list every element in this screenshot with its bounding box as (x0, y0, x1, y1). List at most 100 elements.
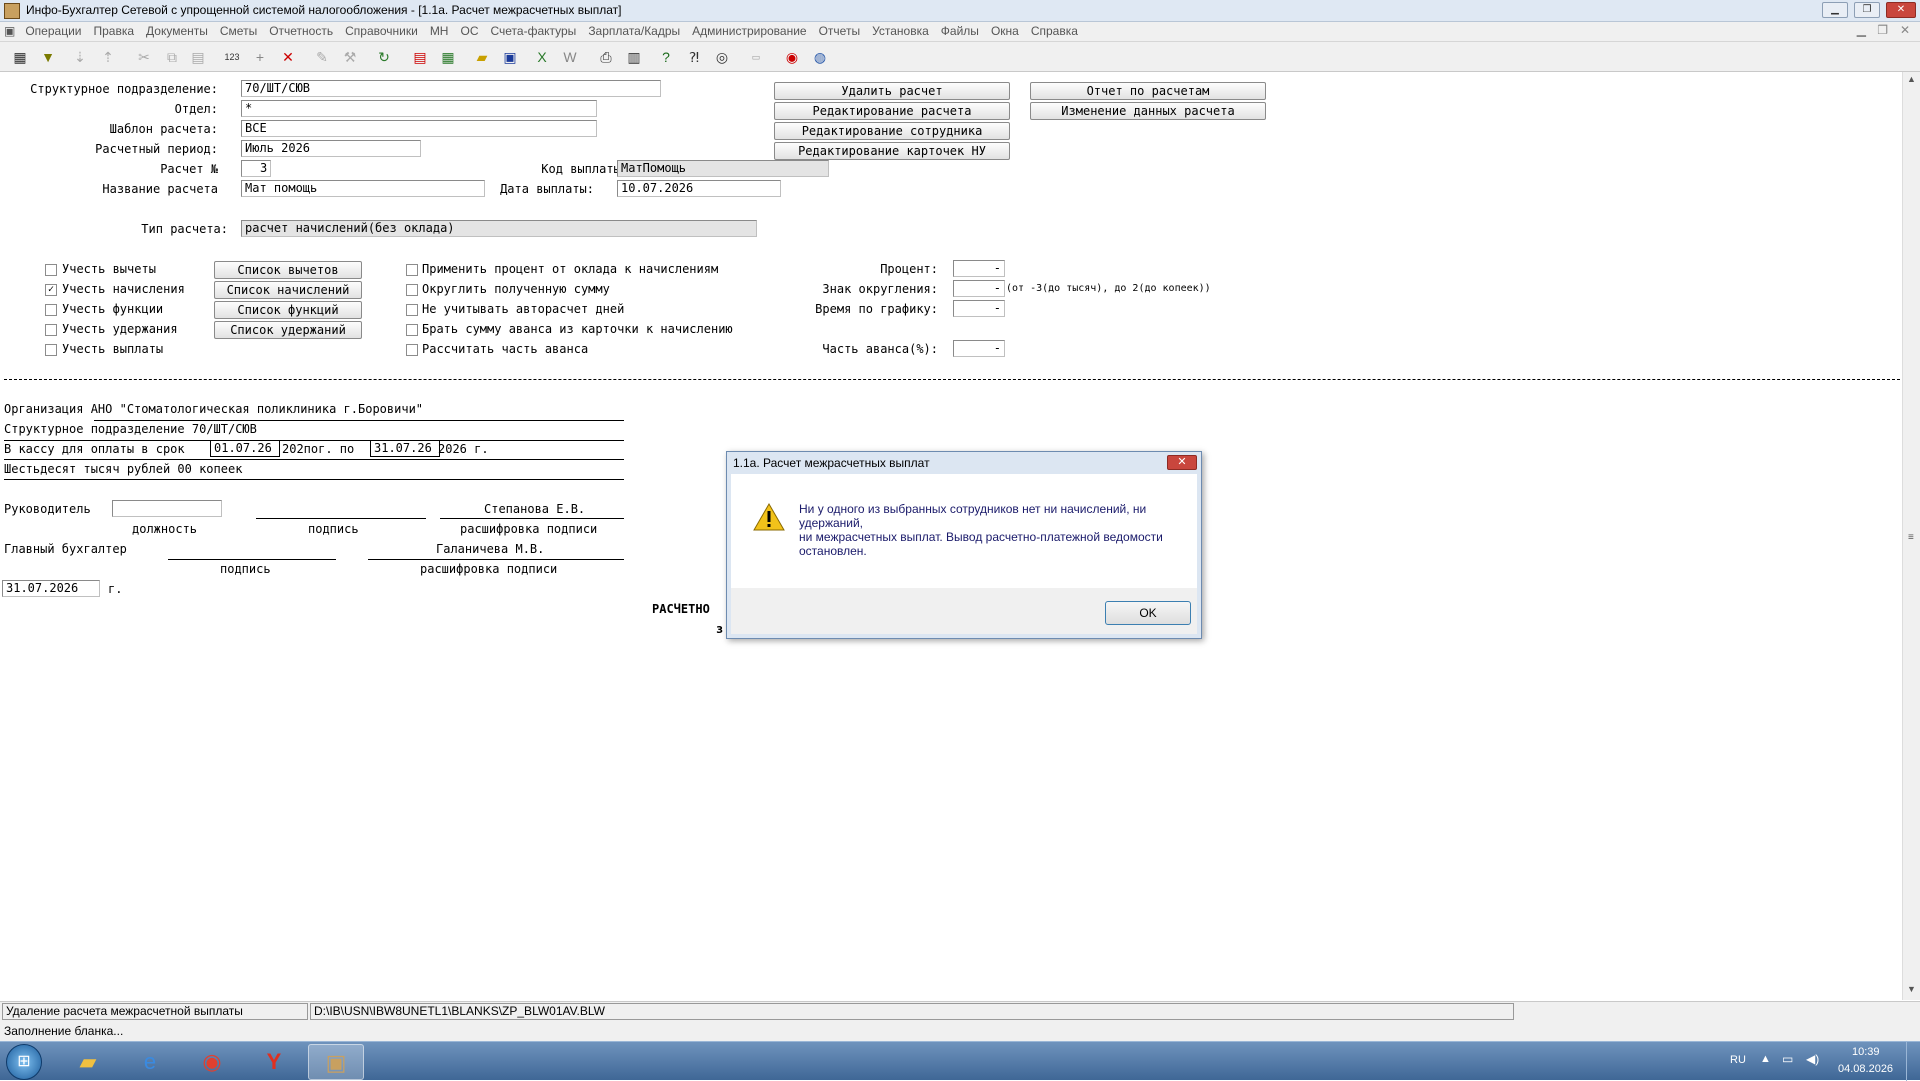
edit-calc-button[interactable]: Редактирование расчета (774, 102, 1010, 120)
filter-icon[interactable]: ▼ (38, 47, 58, 67)
print-icon[interactable]: ⎙ (596, 47, 616, 67)
delete-calc-button[interactable]: Удалить расчет (774, 82, 1010, 100)
round-field[interactable]: - (953, 280, 1005, 297)
restore-button[interactable]: ❐ (1854, 2, 1880, 18)
menu-item-12[interactable]: Установка (866, 22, 935, 41)
name-field[interactable]: Мат помощь (241, 180, 485, 197)
vertical-scrollbar[interactable]: ▲ ≡ ▼ (1902, 72, 1920, 1000)
network-icon[interactable]: ▭ (1782, 1052, 1793, 1066)
info-icon[interactable]: ▭ (746, 47, 766, 67)
checkbox-advance-from-card[interactable] (406, 324, 418, 336)
pdf-icon[interactable]: ▤ (410, 47, 430, 67)
kassa-from-field[interactable]: 01.07.26 (210, 440, 280, 457)
sort-asc-icon[interactable]: ⇣ (70, 47, 90, 67)
checkbox-payments[interactable] (45, 344, 57, 356)
menu-item-3[interactable]: Сметы (214, 22, 263, 41)
code-field[interactable]: МатПомощь (617, 160, 829, 177)
word-icon[interactable]: W (560, 47, 580, 67)
menu-item-10[interactable]: Администрирование (686, 22, 812, 41)
change-data-button[interactable]: Изменение данных расчета (1030, 102, 1266, 120)
compass-icon[interactable]: ◎ (712, 47, 732, 67)
template-field[interactable]: ВСЕ (241, 120, 597, 137)
kassa-to-field[interactable]: 31.07.26 (370, 440, 440, 457)
language-indicator[interactable]: RU (1730, 1054, 1746, 1066)
yandex-browser-icon[interactable]: Y (246, 1044, 302, 1080)
menu-item-0[interactable]: Операции (19, 22, 87, 41)
ie-icon[interactable]: e (122, 1044, 178, 1080)
tools-icon[interactable]: ⚒ (340, 47, 360, 67)
refresh-icon[interactable]: ↻ (374, 47, 394, 67)
menu-item-13[interactable]: Файлы (935, 22, 985, 41)
edit-icon[interactable]: ✎ (312, 47, 332, 67)
show-desktop-button[interactable] (1906, 1042, 1920, 1081)
support-icon[interactable]: ◉ (782, 47, 802, 67)
save-icon[interactable]: ▣ (500, 47, 520, 67)
withholdings-list-button[interactable]: Список удержаний (214, 321, 362, 339)
advance-field[interactable]: - (953, 340, 1005, 357)
checkbox-calc-advance-part[interactable] (406, 344, 418, 356)
checkbox-accruals[interactable]: ✓ (45, 284, 57, 296)
period-field[interactable]: Июль 2026 (241, 140, 421, 157)
menu-item-6[interactable]: МН (424, 22, 455, 41)
struct-field[interactable]: 70/ШТ/СЮВ (241, 80, 661, 97)
menu-item-9[interactable]: Зарплата/Кадры (582, 22, 686, 41)
menu-item-11[interactable]: Отчеты (813, 22, 866, 41)
ok-button[interactable]: OK (1105, 601, 1191, 625)
calc-no-field[interactable]: 3 (241, 160, 271, 177)
close-button[interactable]: ✕ (1886, 2, 1916, 18)
chrome-icon[interactable]: ◉ (184, 1044, 240, 1080)
cut-icon[interactable]: ✂ (134, 47, 154, 67)
accounting-app-icon[interactable]: ▣ (308, 1044, 364, 1080)
scroll-down-icon[interactable]: ▼ (1907, 984, 1916, 994)
mdi-close-button[interactable]: ✕ (1900, 23, 1910, 37)
checkbox-no-autocalc[interactable] (406, 304, 418, 316)
copy-icon[interactable]: ⧉ (162, 47, 182, 67)
dept-field[interactable]: * (241, 100, 597, 117)
date-field[interactable]: 10.07.2026 (617, 180, 781, 197)
checkbox-withholdings[interactable] (45, 324, 57, 336)
delete-icon[interactable]: ✕ (278, 47, 298, 67)
type-field[interactable]: расчет начислений(без оклада) (241, 220, 757, 237)
menu-item-4[interactable]: Отчетность (263, 22, 339, 41)
checkbox-functions[interactable] (45, 304, 57, 316)
help-icon[interactable]: ? (656, 47, 676, 67)
preview-icon[interactable]: ▥ (624, 47, 644, 67)
sort-desc-icon[interactable]: ⇡ (98, 47, 118, 67)
checkbox-round-sum[interactable] (406, 284, 418, 296)
blank-date-field[interactable]: 31.07.2026 (2, 580, 100, 597)
paste-icon[interactable]: ▤ (188, 47, 208, 67)
add-icon[interactable]: + (250, 47, 270, 67)
context-help-icon[interactable]: ⁈ (684, 47, 704, 67)
menu-item-2[interactable]: Документы (140, 22, 214, 41)
system-menu-icon[interactable]: ▣ (0, 22, 19, 41)
dialog-close-button[interactable]: ✕ (1167, 455, 1197, 470)
numbering-icon[interactable]: 123 (222, 47, 242, 67)
menu-item-5[interactable]: Справочники (339, 22, 424, 41)
globe-icon[interactable]: ◍ (810, 47, 830, 67)
scroll-grip-icon[interactable]: ≡ (1908, 532, 1914, 543)
menu-item-8[interactable]: Счета-фактуры (484, 22, 582, 41)
checkbox-deductions[interactable] (45, 264, 57, 276)
edit-employee-button[interactable]: Редактирование сотрудника (774, 122, 1010, 140)
mdi-minimize-button[interactable]: ▁ (1857, 23, 1866, 37)
checkbox-apply-percent[interactable] (406, 264, 418, 276)
minimize-button[interactable]: ▁ (1822, 2, 1848, 18)
start-button[interactable]: ⊞ (6, 1044, 42, 1080)
head-position-field[interactable] (112, 500, 222, 517)
clock-time[interactable]: 10:39 (1852, 1046, 1880, 1058)
menu-item-15[interactable]: Справка (1025, 22, 1084, 41)
explorer-icon[interactable]: ▰ (60, 1044, 116, 1080)
deductions-list-button[interactable]: Список вычетов (214, 261, 362, 279)
edit-cards-button[interactable]: Редактирование карточек НУ (774, 142, 1010, 160)
volume-icon[interactable]: ◀) (1806, 1052, 1819, 1066)
excel-icon[interactable]: X (532, 47, 552, 67)
calculator-icon[interactable]: ▦ (10, 47, 30, 67)
scroll-up-icon[interactable]: ▲ (1907, 74, 1916, 84)
report-button[interactable]: Отчет по расчетам (1030, 82, 1266, 100)
functions-list-button[interactable]: Список функций (214, 301, 362, 319)
menu-item-7[interactable]: ОС (454, 22, 484, 41)
tray-arrow-icon[interactable]: ▲ (1760, 1053, 1771, 1065)
accruals-list-button[interactable]: Список начислений (214, 281, 362, 299)
percent-field[interactable]: - (953, 260, 1005, 277)
schedule-field[interactable]: - (953, 300, 1005, 317)
